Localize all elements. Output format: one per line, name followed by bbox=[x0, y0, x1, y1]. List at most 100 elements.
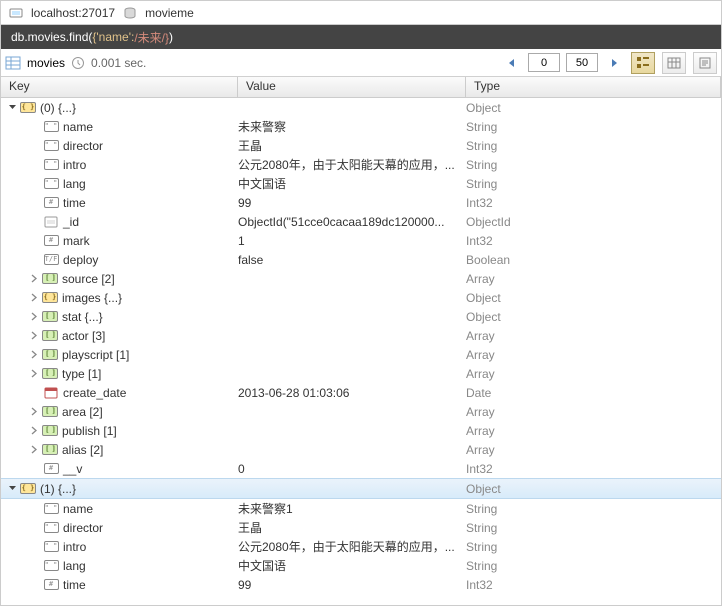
table-row[interactable]: { } (0) {...} Object bbox=[1, 98, 721, 117]
row-type: Array bbox=[466, 329, 721, 343]
type-icon: " " bbox=[43, 521, 59, 535]
table-row[interactable]: " "intro公元2080年，由于太阳能天幕的应用，...String bbox=[1, 537, 721, 556]
header-key[interactable]: Key bbox=[1, 77, 238, 97]
table-row[interactable]: #__v0Int32 bbox=[1, 459, 721, 478]
header-value[interactable]: Value bbox=[238, 77, 466, 97]
expand-toggle[interactable] bbox=[29, 406, 40, 417]
page-size-input[interactable] bbox=[566, 53, 598, 72]
table-row[interactable]: # mark 1Int32 bbox=[1, 231, 721, 250]
table-row[interactable]: " "director王晶String bbox=[1, 518, 721, 537]
expand-toggle[interactable] bbox=[7, 102, 18, 113]
query-text-2: {'name': bbox=[92, 30, 134, 44]
row-key: _id bbox=[63, 215, 79, 229]
expand-toggle[interactable] bbox=[29, 311, 40, 322]
database-icon bbox=[123, 6, 137, 20]
expand-toggle[interactable] bbox=[29, 330, 40, 341]
row-value: false bbox=[238, 253, 466, 267]
row-type: Array bbox=[466, 348, 721, 362]
header-type[interactable]: Type bbox=[466, 77, 721, 97]
text-view-button[interactable] bbox=[693, 52, 717, 74]
table-row[interactable]: [ ]actor [3]Array bbox=[1, 326, 721, 345]
row-type: Array bbox=[466, 272, 721, 286]
table-row[interactable]: " "name未来警察1String bbox=[1, 499, 721, 518]
table-row[interactable]: [ ]source [2]Array bbox=[1, 269, 721, 288]
query-bar[interactable]: db.movies.find( {'name': /未来/} ) bbox=[1, 25, 721, 49]
table-row[interactable]: " "lang中文国语String bbox=[1, 556, 721, 575]
row-key: time bbox=[63, 196, 86, 210]
type-icon: [ ] bbox=[42, 329, 58, 343]
expand-toggle[interactable] bbox=[29, 425, 40, 436]
table-view-button[interactable] bbox=[662, 52, 686, 74]
type-icon: # bbox=[43, 234, 59, 248]
table-row[interactable]: _id ObjectId("51cce0cacaa189dc120000...Ob… bbox=[1, 212, 721, 231]
table-row[interactable]: " "lang中文国语String bbox=[1, 174, 721, 193]
row-key: name bbox=[63, 120, 93, 134]
type-icon: # bbox=[43, 462, 59, 476]
row-type: String bbox=[466, 521, 721, 535]
row-type: Int32 bbox=[466, 234, 721, 248]
table-row[interactable]: [ ]stat {...}Object bbox=[1, 307, 721, 326]
row-value: 1 bbox=[238, 234, 466, 248]
table-row[interactable]: { }images {...}Object bbox=[1, 288, 721, 307]
row-type: Array bbox=[466, 424, 721, 438]
next-page-button[interactable] bbox=[604, 53, 624, 73]
expand-toggle[interactable] bbox=[29, 292, 40, 303]
row-key: area [2] bbox=[62, 405, 103, 419]
page-start-input[interactable] bbox=[528, 53, 560, 72]
expand-toggle[interactable] bbox=[29, 368, 40, 379]
row-key: playscript [1] bbox=[62, 348, 129, 362]
type-icon bbox=[43, 215, 59, 229]
query-text-3: /未来/} bbox=[134, 29, 169, 46]
row-key: director bbox=[63, 139, 103, 153]
table-row[interactable]: " "name未来警察String bbox=[1, 117, 721, 136]
table-row[interactable]: T/FdeployfalseBoolean bbox=[1, 250, 721, 269]
table-row[interactable]: #time99Int32 bbox=[1, 193, 721, 212]
type-icon: { } bbox=[20, 482, 36, 496]
table-row[interactable]: " "intro公元2080年，由于太阳能天幕的应用，...String bbox=[1, 155, 721, 174]
table-row[interactable]: [ ]publish [1]Array bbox=[1, 421, 721, 440]
row-key: (1) {...} bbox=[40, 482, 76, 496]
expand-toggle[interactable] bbox=[29, 444, 40, 455]
row-key: (0) {...} bbox=[40, 101, 76, 115]
expand-toggle[interactable] bbox=[29, 273, 40, 284]
table-row[interactable]: create_date2013-06-28 01:03:06Date bbox=[1, 383, 721, 402]
row-key: type [1] bbox=[62, 367, 101, 381]
row-type: ObjectId bbox=[466, 215, 721, 229]
table-row[interactable]: [ ]playscript [1]Array bbox=[1, 345, 721, 364]
row-key: intro bbox=[63, 158, 86, 172]
type-icon: [ ] bbox=[42, 405, 58, 419]
tree-view-button[interactable] bbox=[631, 52, 655, 74]
table-row[interactable]: [ ] area [2] Array bbox=[1, 402, 721, 421]
prev-page-button[interactable] bbox=[502, 53, 522, 73]
host-label: localhost:27017 bbox=[31, 6, 115, 20]
query-text-1: db.movies.find( bbox=[11, 30, 92, 44]
row-type: String bbox=[466, 177, 721, 191]
row-key: alias [2] bbox=[62, 443, 103, 457]
type-icon: { } bbox=[20, 101, 36, 115]
table-row[interactable]: " "director王晶String bbox=[1, 136, 721, 155]
expand-toggle[interactable] bbox=[29, 349, 40, 360]
row-type: Object bbox=[466, 482, 721, 496]
row-key: intro bbox=[63, 540, 86, 554]
row-type: String bbox=[466, 540, 721, 554]
row-key: mark bbox=[63, 234, 90, 248]
row-key: __v bbox=[63, 462, 82, 476]
table-row[interactable]: [ ]alias [2]Array bbox=[1, 440, 721, 459]
collection-name: movies bbox=[27, 56, 65, 70]
table-row[interactable]: #time99Int32 bbox=[1, 575, 721, 594]
type-icon: [ ] bbox=[42, 367, 58, 381]
row-type: Int32 bbox=[466, 462, 721, 476]
row-value: ObjectId("51cce0cacaa189dc120000... bbox=[238, 215, 466, 229]
clock-icon bbox=[71, 56, 85, 70]
table-row[interactable]: [ ]type [1]Array bbox=[1, 364, 721, 383]
row-type: Int32 bbox=[466, 578, 721, 592]
table-row[interactable]: { } (1) {...} Object bbox=[1, 478, 721, 499]
row-type: Object bbox=[466, 310, 721, 324]
row-type: Array bbox=[466, 405, 721, 419]
row-type: Date bbox=[466, 386, 721, 400]
row-type: Object bbox=[466, 101, 721, 115]
expand-toggle[interactable] bbox=[7, 483, 18, 494]
type-icon: " " bbox=[43, 559, 59, 573]
tree-rows-container: { }(0) {...}Object" "name未来警察String" "di… bbox=[1, 98, 721, 594]
row-type: String bbox=[466, 502, 721, 516]
